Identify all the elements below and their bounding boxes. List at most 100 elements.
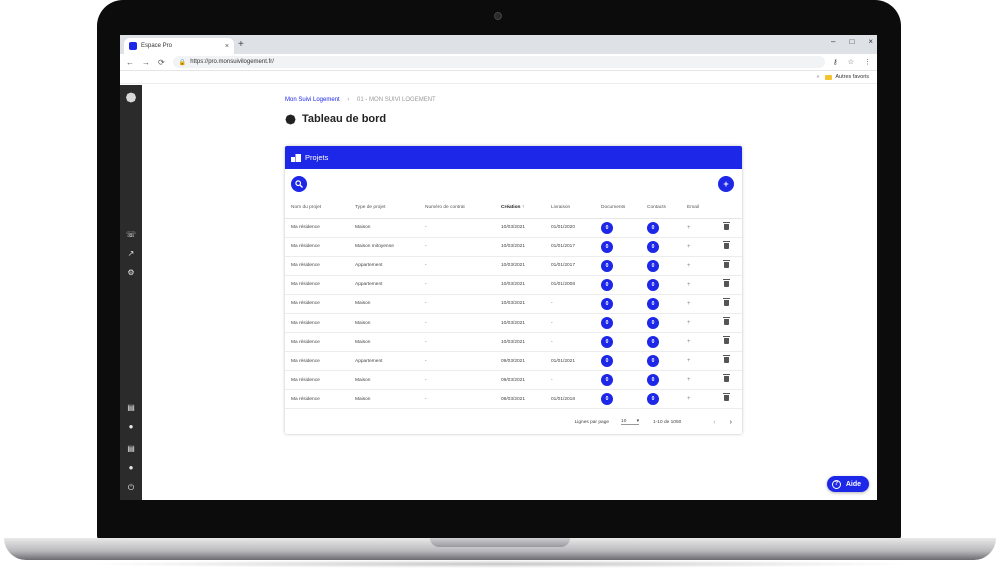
trend-icon[interactable]: ↗ [125, 249, 137, 259]
add-email-button[interactable]: + [687, 244, 691, 250]
maximize-button[interactable]: □ [849, 37, 854, 46]
col-header-name[interactable]: Nom du projet [285, 198, 349, 219]
trash-icon[interactable] [723, 278, 730, 287]
add-email-button[interactable]: + [687, 377, 691, 383]
user-icon[interactable]: ● [125, 422, 137, 432]
bookmark-folder-label[interactable]: Autres favoris [835, 74, 869, 80]
col-header-contacts[interactable]: Contacts [641, 198, 681, 219]
window-controls: – □ × [831, 37, 873, 46]
contacts-count-badge[interactable]: 0 [647, 374, 659, 387]
add-project-button[interactable]: + [718, 176, 734, 192]
contacts-count-badge[interactable]: 0 [647, 240, 659, 253]
table-row[interactable]: Ma résidence Maison -10/03/2021-0 0 + [285, 294, 742, 314]
gear-icon[interactable]: ⚙ [125, 268, 137, 278]
breadcrumb-root[interactable]: Mon Suivi Logement [285, 97, 340, 103]
add-email-button[interactable]: + [687, 358, 691, 364]
add-email-button[interactable]: + [687, 301, 691, 307]
cell-contacts: 0 [641, 237, 681, 257]
add-email-button[interactable]: + [687, 282, 691, 288]
cell-actions [718, 218, 742, 238]
documents-count-badge[interactable]: 0 [601, 278, 613, 291]
laptop-shadow [80, 560, 920, 568]
trash-icon[interactable] [723, 259, 730, 268]
table-row[interactable]: Ma résidence Maison -09/03/2021-0 0 + [285, 370, 742, 391]
add-email-button[interactable]: + [687, 320, 691, 326]
trash-icon[interactable] [723, 297, 730, 306]
minimize-button[interactable]: – [831, 37, 835, 46]
cell-delivery: - [545, 294, 595, 314]
next-page-button[interactable]: › [730, 419, 732, 426]
tab-close-icon[interactable]: × [225, 43, 229, 50]
search-icon [295, 180, 303, 188]
trash-icon[interactable] [723, 221, 730, 230]
prev-page-button[interactable]: ‹ [713, 419, 715, 426]
col-header-email[interactable]: Email [681, 198, 718, 219]
trash-icon[interactable] [723, 374, 730, 383]
col-header-created[interactable]: Création ↑ [495, 198, 545, 219]
table-row[interactable]: Ma résidence Maison -08/03/2021 01/01/2018 0… [285, 389, 742, 410]
contacts-count-badge[interactable]: 0 [647, 278, 659, 291]
breadcrumb: Mon Suivi Logement › 01 - MON SUIVI LOGE… [285, 97, 436, 103]
power-icon[interactable]: ⏻ [125, 483, 137, 493]
col-header-delivery[interactable]: Livraison [545, 198, 595, 219]
tab-title: Espace Pro [141, 43, 173, 49]
add-email-button[interactable]: + [687, 396, 691, 402]
close-window-button[interactable]: × [868, 37, 873, 46]
table-row[interactable]: Ma résidence Maison -10/03/2021-0 0 + [285, 332, 742, 353]
documents-count-badge[interactable]: 0 [601, 317, 613, 330]
add-email-button[interactable]: + [687, 263, 691, 269]
add-email-button[interactable]: + [687, 339, 691, 345]
bookmarks-overflow-icon[interactable]: » [816, 74, 819, 80]
table-row[interactable]: Ma résidence Appartement -10/03/2021 01/01/… [285, 256, 742, 276]
contacts-count-badge[interactable]: 0 [647, 259, 659, 272]
search-button[interactable] [291, 176, 307, 192]
new-tab-button[interactable]: + [238, 38, 244, 52]
document-icon[interactable]: ▤ [125, 444, 137, 454]
trash-icon[interactable] [723, 336, 730, 345]
documents-count-badge[interactable]: 0 [601, 393, 613, 406]
help-button[interactable]: ? Aide [826, 476, 869, 492]
trash-icon[interactable] [723, 317, 730, 326]
menu-dots-icon[interactable]: ⋮ [864, 58, 871, 66]
documents-count-badge[interactable]: 0 [601, 336, 613, 349]
contacts-count-badge[interactable]: 0 [647, 355, 659, 368]
user-icon[interactable]: ● [125, 463, 137, 473]
table-row[interactable]: Ma résidence Maison mitoyenne -10/03/2021 0… [285, 237, 742, 257]
contacts-count-badge[interactable]: 0 [647, 297, 659, 310]
reload-icon[interactable]: ⟳ [158, 58, 165, 67]
documents-count-badge[interactable]: 0 [601, 259, 613, 272]
document-icon[interactable]: ▤ [125, 403, 137, 413]
browser-tabbar: Espace Pro × + – □ × [120, 35, 877, 54]
logo-icon[interactable] [125, 92, 137, 103]
documents-count-badge[interactable]: 0 [601, 240, 613, 253]
browser-tab[interactable]: Espace Pro × [124, 38, 234, 54]
cell-email: + [681, 313, 718, 334]
col-header-type[interactable]: Type de projet [349, 198, 419, 219]
phone-icon[interactable]: ☏ [125, 230, 137, 240]
back-arrow-icon[interactable]: ← [126, 58, 134, 67]
documents-count-badge[interactable]: 0 [601, 221, 613, 234]
documents-count-badge[interactable]: 0 [601, 355, 613, 368]
contacts-count-badge[interactable]: 0 [647, 336, 659, 349]
table-row[interactable]: Ma résidence Maison -10/03/2021-0 0 + [285, 313, 742, 334]
trash-icon[interactable] [723, 355, 730, 364]
url-input[interactable]: 🔒 https://pro.monsuivilogement.fr/ [172, 56, 825, 68]
cell-name: Ma résidence [285, 256, 349, 276]
add-email-button[interactable]: + [687, 225, 691, 231]
contacts-count-badge[interactable]: 0 [647, 221, 659, 234]
col-header-documents[interactable]: Documents [595, 198, 641, 219]
contacts-count-badge[interactable]: 0 [647, 393, 659, 406]
table-row[interactable]: Ma résidence Appartement -09/03/2021 01/01/… [285, 351, 742, 372]
key-icon[interactable]: ⚷ [833, 58, 838, 66]
table-row[interactable]: Ma résidence Appartement -10/03/2021 01/01/… [285, 275, 742, 295]
documents-count-badge[interactable]: 0 [601, 374, 613, 387]
forward-arrow-icon[interactable]: → [142, 58, 150, 67]
rows-per-page-select[interactable]: 10 ▾ [621, 419, 640, 425]
star-icon[interactable]: ☆ [848, 58, 854, 66]
trash-icon[interactable] [723, 240, 730, 249]
contacts-count-badge[interactable]: 0 [647, 317, 659, 330]
col-header-contract[interactable]: Numéro de contrat [419, 198, 495, 219]
table-row[interactable]: Ma résidence Maison -10/03/2021 01/01/2020 0… [285, 218, 742, 238]
trash-icon[interactable] [723, 393, 730, 402]
documents-count-badge[interactable]: 0 [601, 297, 613, 310]
